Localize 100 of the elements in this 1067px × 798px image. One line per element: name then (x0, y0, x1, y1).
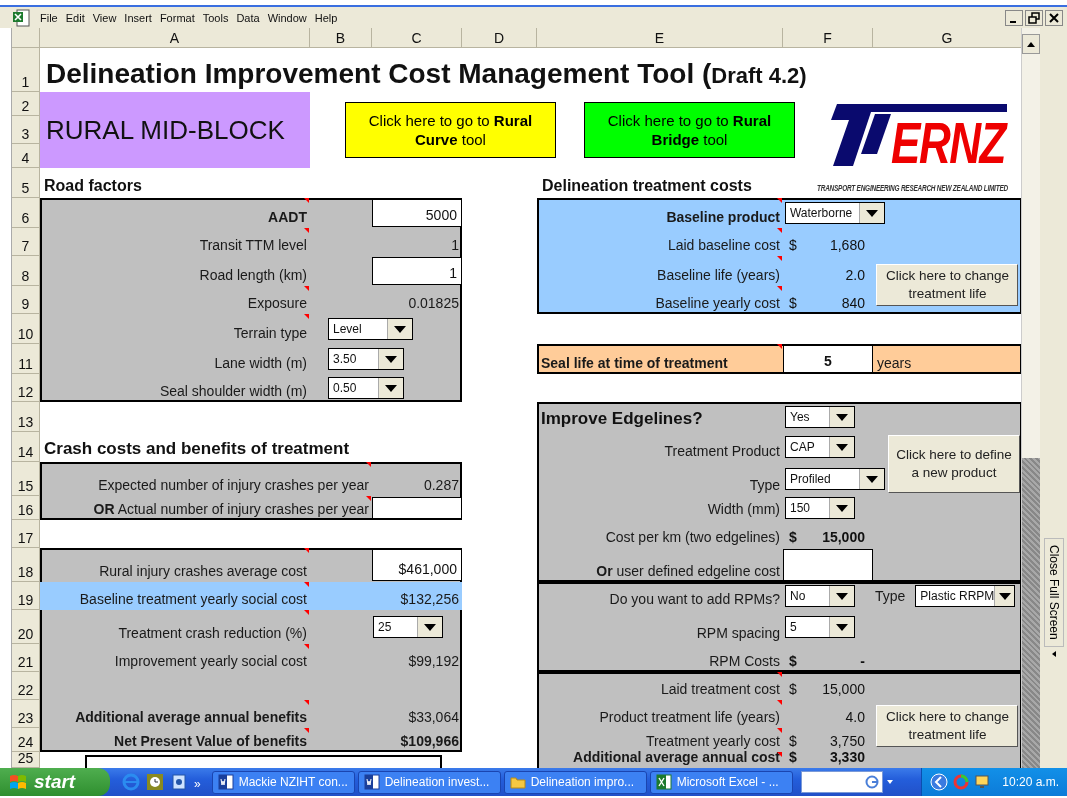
row-header[interactable]: 5 (12, 168, 40, 198)
unit-label: years (877, 355, 912, 371)
column-header[interactable]: B (310, 28, 372, 48)
dropdown[interactable]: No (785, 585, 855, 607)
menu-item[interactable]: Insert (124, 11, 152, 24)
field-label: Do you want to add RPMs? (609, 591, 780, 607)
value-text: 0.287 (423, 477, 459, 493)
field-label: Additional average annual benefits (75, 709, 307, 725)
dropdown[interactable]: 150 (785, 497, 855, 519)
field-label: OR Actual number of injury crashes per year (93, 501, 369, 517)
menu-item[interactable]: View (92, 11, 117, 24)
dropdown[interactable]: Level (328, 318, 413, 340)
dropdown[interactable]: 25 (373, 616, 443, 638)
row-header[interactable]: 15 (12, 462, 40, 496)
row-header[interactable]: 11 (12, 344, 40, 374)
row-header[interactable]: 21 (12, 644, 40, 672)
row-header[interactable]: 4 (12, 144, 40, 168)
field-label: Baseline yearly cost (655, 295, 780, 311)
value-text: 1 (451, 237, 459, 253)
spreadsheet-document-icon[interactable] (12, 8, 30, 27)
define-product-button[interactable]: Click here to define a new product (888, 435, 1020, 493)
row-header[interactable]: 6 (12, 198, 40, 228)
row-header[interactable]: 9 (12, 286, 40, 314)
menu-item[interactable]: Help (314, 11, 338, 24)
minimize-icon[interactable] (1005, 9, 1023, 26)
field-label: RPM Costs (709, 653, 780, 669)
input-field[interactable]: $461,000 (372, 549, 462, 581)
value-text: - (860, 653, 865, 669)
column-header[interactable]: A (40, 28, 310, 48)
caret-icon[interactable] (886, 780, 893, 784)
input-field[interactable]: 1 (372, 257, 462, 285)
menu-item[interactable]: Format (159, 11, 195, 24)
change-life-button[interactable]: Click here to change treatment life (876, 704, 1019, 748)
row-header[interactable]: 18 (12, 548, 40, 582)
input-field[interactable]: 5000 (372, 199, 462, 227)
field-label: Width (mm) (707, 501, 780, 517)
menu-item[interactable]: Window (267, 11, 307, 24)
value-text: 4.0 (845, 709, 865, 725)
overflow-chevron[interactable]: » (194, 777, 201, 791)
dropdown[interactable]: Waterborne (785, 202, 885, 224)
taskbar-button[interactable]: Microsoft Excel - ... (649, 770, 793, 794)
field-label: RPM spacing (696, 625, 780, 641)
document-icon[interactable] (170, 773, 188, 791)
row-header[interactable]: 2 (12, 92, 40, 116)
clock-icon[interactable] (146, 773, 164, 791)
change-life-button[interactable]: Click here to change treatment life (876, 263, 1019, 307)
dropdown[interactable]: Yes (785, 406, 855, 428)
row-header[interactable]: 25 (12, 752, 40, 768)
row-header[interactable]: 8 (12, 256, 40, 286)
navigation-button[interactable]: Click here to go to Rural Curve tool (345, 102, 556, 158)
currency-symbol: $ (789, 681, 797, 697)
menu-item[interactable]: Edit (65, 11, 85, 24)
ring-icon[interactable] (952, 773, 971, 791)
column-header[interactable]: C (372, 28, 462, 48)
field-label: Laid baseline cost (667, 237, 780, 253)
row-header[interactable]: 22 (12, 672, 40, 700)
row-header[interactable]: 16 (12, 496, 40, 520)
field-label: Laid treatment cost (660, 681, 780, 697)
row-header[interactable]: 14 (12, 432, 40, 462)
column-header[interactable]: F (783, 28, 873, 48)
dropdown[interactable]: CAP (785, 436, 855, 458)
taskbar-button[interactable]: Delineation invest... (357, 770, 501, 794)
column-header[interactable]: E (537, 28, 783, 48)
dropdown[interactable]: 3.50 (328, 348, 404, 370)
column-header[interactable]: G (873, 28, 1022, 48)
taskbar-button[interactable]: Mackie NZIHT con... (211, 770, 355, 794)
column-header[interactable]: D (462, 28, 537, 48)
row-header[interactable]: 7 (12, 228, 40, 256)
row-header[interactable]: 3 (12, 116, 40, 144)
input-field[interactable] (783, 549, 873, 581)
row-header[interactable]: 12 (12, 374, 40, 402)
row-header[interactable]: 19 (12, 582, 40, 610)
row-header[interactable]: 1 (12, 48, 40, 92)
row-header[interactable]: 17 (12, 520, 40, 548)
field-label: Additional average annual cost (573, 749, 780, 765)
field-label: Treatment crash reduction (%) (118, 625, 307, 641)
input-field[interactable]: 5 (783, 345, 873, 373)
close-full-screen-tab[interactable]: Close Full Screen (1043, 538, 1064, 647)
row-header[interactable]: 13 (12, 402, 40, 432)
value-text: 3,330 (829, 749, 865, 765)
menu-item[interactable]: Tools (202, 11, 229, 24)
scrollbar[interactable] (1021, 28, 1040, 768)
dropdown[interactable]: 0.50 (328, 377, 404, 399)
navigation-button[interactable]: Click here to go to Rural Bridge tool (584, 102, 795, 158)
dropdown[interactable]: Plastic RRPM (915, 585, 1016, 607)
restore-icon[interactable] (1025, 9, 1043, 26)
row-header[interactable]: 20 (12, 610, 40, 644)
row-header[interactable]: 23 (12, 700, 40, 728)
dropdown[interactable]: Profiled (785, 468, 885, 490)
dropdown[interactable]: 5 (785, 616, 855, 638)
taskbar-button[interactable]: Delineation impro... (503, 770, 647, 794)
row-header[interactable]: 24 (12, 728, 40, 752)
input-field[interactable] (372, 497, 462, 519)
value-text: $33,064 (408, 709, 459, 725)
field-label: Lane width (m) (214, 355, 307, 371)
search-field[interactable] (800, 771, 883, 793)
close-icon[interactable] (1045, 9, 1063, 26)
row-header[interactable]: 10 (12, 314, 40, 344)
menu-item[interactable]: Data (236, 11, 260, 24)
menu-item[interactable]: File (40, 11, 58, 24)
